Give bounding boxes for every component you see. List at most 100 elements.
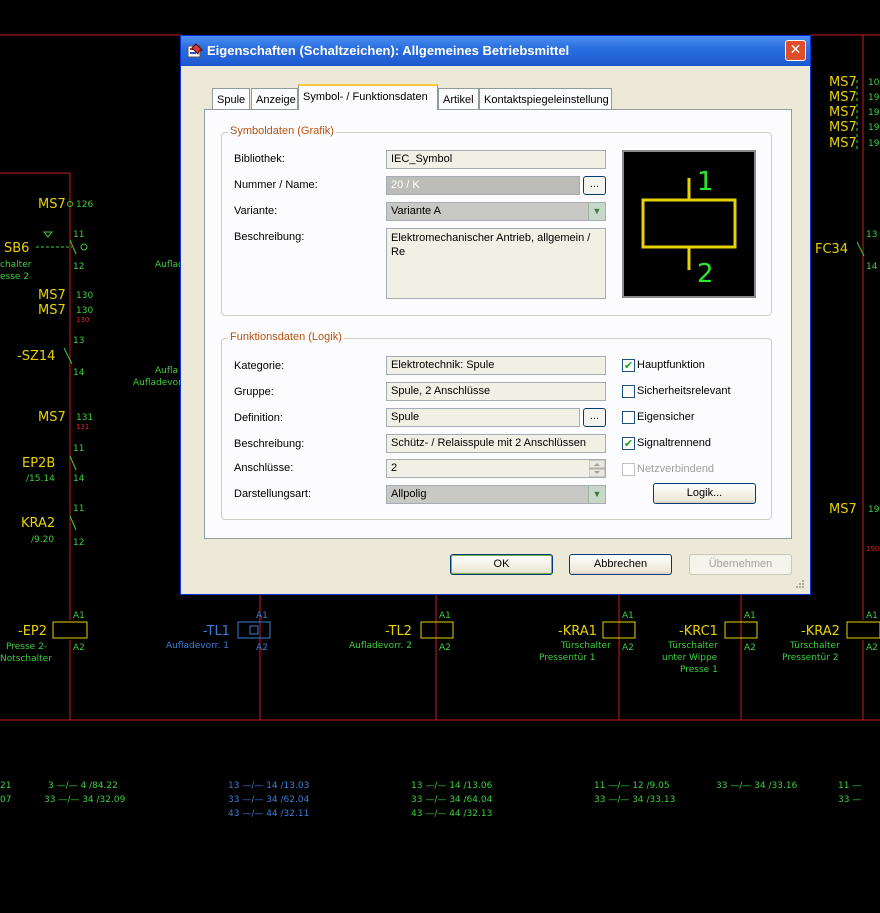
left-aufla-3: Aufladevor (133, 378, 182, 388)
right-ms7-0: MS7 (829, 75, 857, 90)
right-ms7-4: MS7 (829, 136, 857, 151)
properties-dialog: Eigenschaften (Schaltzeichen): Allgemein… (180, 35, 811, 595)
coil-ep2-name: -EP2 (18, 624, 47, 639)
contact-mirror-3: 13 —/— 14 /13.06 33 —/— 34 /64.04 43 —/—… (411, 781, 493, 819)
contact-line: 11 — (838, 781, 861, 791)
checkbox-signaltrennend[interactable]: ✔ (622, 437, 635, 450)
tab-kontaktspiegeleinstellung[interactable]: Kontaktspiegeleinstellung (479, 88, 612, 109)
label-signaltrennend[interactable]: Signaltrennend (637, 437, 711, 449)
coil-tl2-a2: A2 (439, 643, 451, 653)
coil-krc1[interactable]: -KRC1 A1 A2 Türschalter unter Wippe Pres… (662, 611, 758, 675)
close-button[interactable]: ✕ (785, 40, 806, 61)
contact-mirror-0: 21 07 (0, 781, 11, 805)
coil-symbol-icon: 1 2 (641, 167, 737, 289)
contact-line: 33 —/— 34 /62.04 (228, 795, 310, 805)
field-gruppe[interactable]: Spule, 2 Anschlüsse (386, 382, 606, 401)
left-kra2-ref: /9.20 (31, 535, 54, 545)
chevron-down-icon[interactable]: ▼ (588, 486, 605, 503)
left-sz14-bot: 14 (73, 368, 85, 378)
coil-kra1-desc1: Türschalter (560, 641, 611, 651)
left-sb6-desc2: esse 2 (0, 272, 29, 282)
coil-kra1-desc2: Pressentür 1 (539, 653, 595, 663)
left-ms7-3-red: 130 (76, 316, 89, 324)
coil-tl2[interactable]: -TL2 A1 A2 Aufladevorr. 2 (349, 611, 454, 653)
label-eigensicher[interactable]: Eigensicher (637, 411, 694, 423)
field-nummer-name[interactable]: 20 / K (386, 176, 580, 195)
select-variante[interactable]: Variante A ▼ (386, 202, 606, 221)
checkbox-eigensicher[interactable] (622, 411, 635, 424)
label-variante: Variante: (234, 205, 278, 217)
contact-line: 11 —/— 12 /9.05 (594, 781, 670, 791)
nummer-browse-button[interactable]: ... (583, 176, 606, 195)
left-kra2-bot: 12 (73, 538, 84, 548)
left-ms7-4-num: 131 (76, 413, 93, 423)
coil-krc1-desc2: unter Wippe (662, 653, 718, 663)
checkbox-netzverbindend[interactable] (622, 463, 635, 476)
left-ms7-4-red: 131 (76, 423, 89, 431)
tab-anzeige[interactable]: Anzeige (251, 88, 298, 109)
field-beschreibung-symbol[interactable]: Elektromechanischer Antrieb, allgemein /… (386, 228, 606, 299)
label-beschreibung-funktion: Beschreibung: (234, 438, 305, 450)
ok-button[interactable]: OK (450, 554, 553, 575)
contact-mirror-1: 3 —/— 4 /84.22 33 —/— 34 /32.09 (44, 781, 126, 805)
coil-kra1[interactable]: -KRA1 A1 A2 Türschalter Pressentür 1 (539, 611, 636, 663)
resize-grip-icon[interactable] (793, 577, 805, 589)
field-beschreibung-funktion[interactable]: Schütz- / Relaisspule mit 2 Anschlüssen (386, 434, 606, 453)
coil-kra2-desc1: Türschalter (789, 641, 840, 651)
right-ms7-num-3: 19 (868, 123, 880, 133)
right-ms7-bottom: MS7 (829, 502, 857, 517)
contact-line: 07 (0, 795, 11, 805)
coil-kra1-a1: A1 (622, 611, 634, 621)
coil-krc1-desc3: Presse 1 (680, 665, 718, 675)
right-ms7-num-0: 10 (868, 78, 880, 88)
checkbox-sicherheitsrelevant[interactable] (622, 385, 635, 398)
label-sicherheitsrelevant[interactable]: Sicherheitsrelevant (637, 385, 731, 397)
right-ms7-bottom-num: 19 (868, 505, 880, 515)
left-sz14: -SZ14 (17, 349, 55, 364)
select-darstellungsart[interactable]: Allpolig ▼ (386, 485, 606, 504)
right-ms7-num-4: 19 (868, 139, 880, 149)
contact-mirror-2: 13 —/— 14 /13.03 33 —/— 34 /62.04 43 —/—… (228, 781, 310, 819)
field-bibliothek[interactable]: IEC_Symbol (386, 150, 606, 169)
right-ms7-1: MS7 (829, 90, 857, 105)
coil-kra2-a2: A2 (866, 643, 878, 653)
tab-symbol-funktionsdaten[interactable]: Symbol- / Funktionsdaten (298, 84, 438, 110)
chevron-down-icon[interactable]: ▼ (588, 203, 605, 220)
left-ms7-1-num: 126 (76, 200, 93, 210)
coil-tl1-a2: A2 (256, 643, 268, 653)
right-fc34: FC34 (815, 242, 848, 257)
coil-tl1-desc1: Aufladevorr. 1 (166, 641, 229, 651)
coil-kra2-desc2: Pressentür 2 (782, 653, 838, 663)
left-ms7-2: MS7 (38, 288, 66, 303)
coil-kra2[interactable]: -KRA2 A1 A2 Türschalter Pressentür 2 (782, 611, 880, 663)
left-kra2: KRA2 (21, 516, 55, 531)
select-variante-value: Variante A (391, 205, 441, 217)
label-hauptfunktion[interactable]: Hauptfunktion (637, 359, 705, 371)
symbol-preview: 1 2 (622, 150, 756, 298)
coil-kra1-a2: A2 (622, 643, 634, 653)
logik-button[interactable]: Logik... (653, 483, 756, 504)
definition-browse-button[interactable]: ... (583, 408, 606, 427)
tab-spule[interactable]: Spule (212, 88, 250, 109)
field-kategorie[interactable]: Elektrotechnik: Spule (386, 356, 606, 375)
checkbox-hauptfunktion[interactable]: ✔ (622, 359, 635, 372)
coil-tl1[interactable]: -TL1 A1 A2 Aufladevorr. 1 (166, 611, 271, 653)
apply-button[interactable]: Übernehmen (689, 554, 792, 575)
coil-tl1-a1: A1 (256, 611, 268, 621)
contact-line: 33 —/— 34 /33.16 (716, 781, 798, 791)
coil-ep2[interactable]: -EP2 A1 A2 Presse 2- Notschalter (0, 611, 88, 664)
contact-line: 13 —/— 14 /13.06 (411, 781, 493, 791)
cancel-button[interactable]: Abbrechen (569, 554, 672, 575)
dialog-titlebar[interactable]: Eigenschaften (Schaltzeichen): Allgemein… (181, 36, 810, 66)
properties-icon (187, 43, 203, 58)
contact-line: 43 —/— 44 /32.13 (411, 809, 492, 819)
left-ms7-3: MS7 (38, 303, 66, 318)
label-darstellungsart: Darstellungsart: (234, 488, 312, 500)
field-anschluesse[interactable]: 2 (386, 459, 606, 478)
label-bibliothek: Bibliothek: (234, 153, 285, 165)
contact-line: 33 —/— 34 /33.13 (594, 795, 675, 805)
spinner-arrows-icon[interactable] (589, 460, 605, 477)
tab-artikel[interactable]: Artikel (438, 88, 479, 109)
field-definition[interactable]: Spule (386, 408, 580, 427)
right-ms7-num-1: 19 (868, 93, 880, 103)
